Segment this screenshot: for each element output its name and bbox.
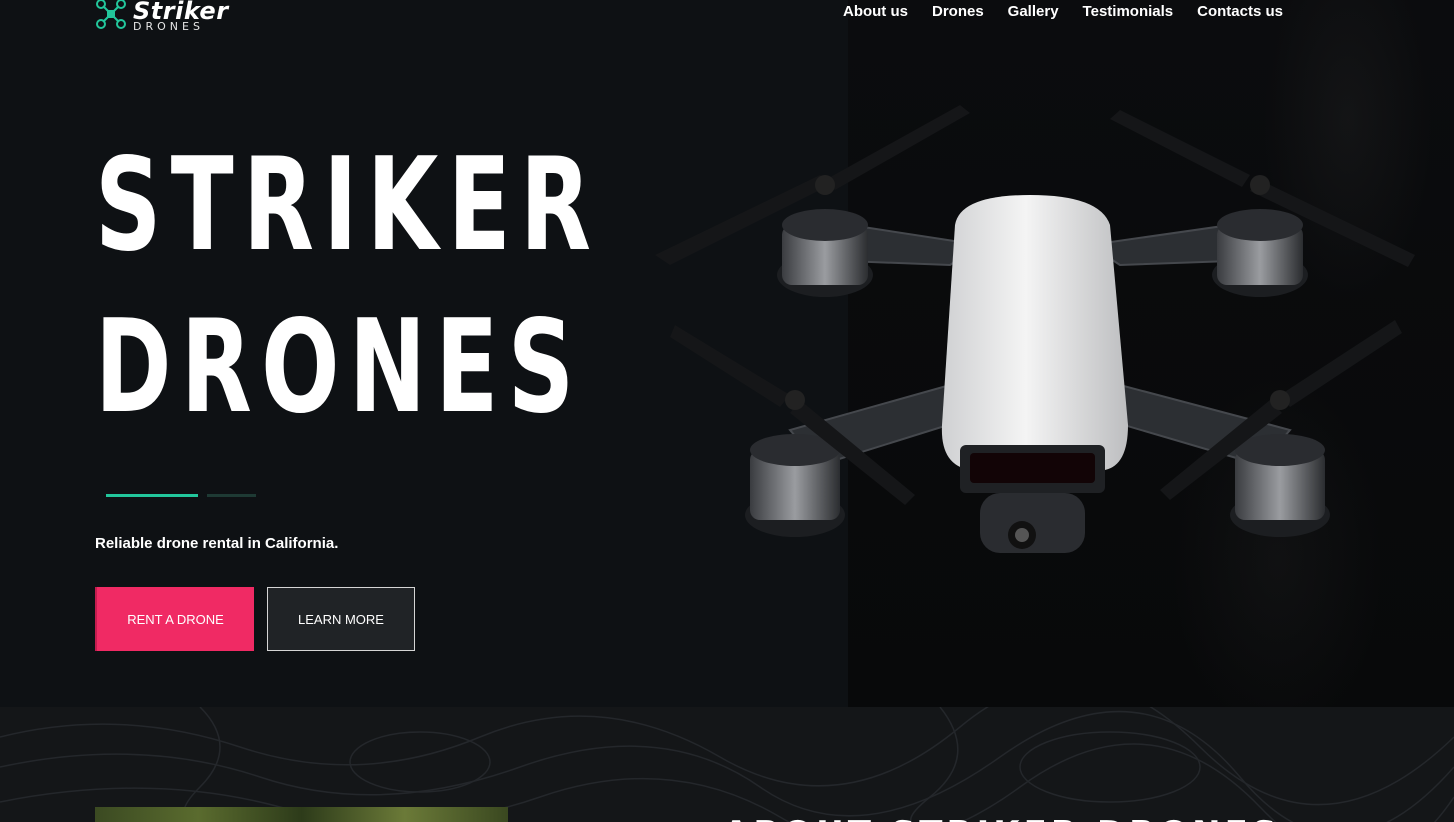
drone-logo-icon (96, 0, 126, 29)
nav-link-about-us[interactable]: About us (843, 3, 908, 20)
drone-image (655, 105, 1415, 553)
main-nav: About us Drones Gallery Testimonials Con… (843, 3, 1283, 20)
divider-accent-bar (106, 494, 198, 497)
hero-tagline: Reliable drone rental in California. (95, 535, 339, 552)
nav-link-gallery[interactable]: Gallery (1008, 3, 1059, 20)
rent-a-drone-button[interactable]: RENT A DRONE (95, 587, 254, 651)
about-section: ABOUT STRIKER DRONES (0, 707, 1454, 822)
divider-muted-bar (207, 494, 256, 497)
logo-subtitle: DRONES (133, 20, 204, 33)
nav-link-contacts-us[interactable]: Contacts us (1197, 3, 1283, 20)
hero-divider (106, 494, 256, 497)
topographic-pattern (0, 707, 1454, 822)
hero-title-line-1: STRIKER (95, 131, 601, 280)
hero-title-line-2: DRONES (95, 293, 584, 442)
nav-link-drones[interactable]: Drones (932, 3, 984, 20)
about-heading: ABOUT STRIKER DRONES (723, 814, 1280, 822)
hero-section: Striker DRONES About us Drones Gallery T… (0, 0, 1454, 707)
hero-title: STRIKER DRONES (95, 125, 601, 449)
page: Striker DRONES About us Drones Gallery T… (0, 0, 1454, 822)
nav-link-testimonials[interactable]: Testimonials (1083, 3, 1174, 20)
about-image (95, 807, 508, 822)
site-logo[interactable]: Striker DRONES (95, 0, 229, 32)
learn-more-button[interactable]: LEARN MORE (267, 587, 415, 651)
